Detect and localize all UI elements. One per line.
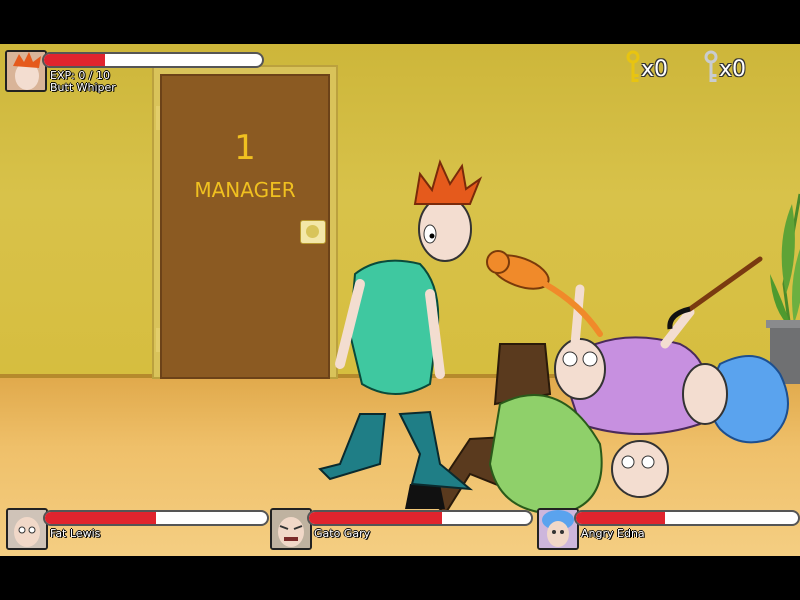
enemy-health-fill [309,512,443,524]
enemy-name: Fat Lewis [50,527,101,540]
player-health-fill [44,54,106,66]
potted-plant [766,193,800,384]
silver-key-count: x0 [719,57,747,82]
gold-key-icon [626,50,640,82]
enemy-health-fill [576,512,665,524]
enemy-name: Gato Gary [314,527,371,540]
bald-old-man-portrait-icon [6,508,48,550]
gold-key-count: x0 [641,57,669,82]
enemy-health-fill [45,512,156,524]
enemy-health-bar [574,510,800,526]
enemy-health-bar [307,510,533,526]
game-stage: 1 MANAGER [0,44,800,556]
player-name: Butt Whiper [50,81,116,94]
enemy-pile[interactable] [405,256,789,516]
blue-haired-granny-portrait-icon [537,508,579,550]
red-haired-boy-portrait-icon [5,50,47,92]
player-health-bar [42,52,264,68]
enemy-name: Angry Edna [581,527,645,540]
angry-old-man-portrait-icon [270,508,312,550]
silver-key-icon [704,50,718,82]
player-character[interactable] [318,159,483,491]
enemy-health-bar [43,510,269,526]
